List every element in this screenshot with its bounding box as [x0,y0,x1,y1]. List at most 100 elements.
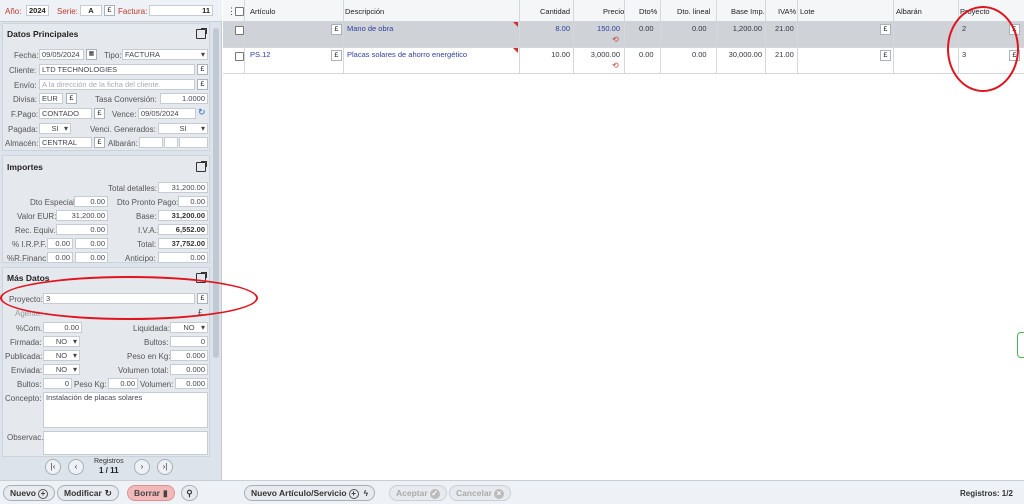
firmada-label: Firmada: [10,338,42,347]
note-marker [513,22,518,27]
col-lote[interactable]: Lote [800,7,815,16]
pagada-select[interactable]: SI [39,123,71,134]
cliente-field[interactable]: LTD TECHNOLOGIES [39,64,195,75]
concepto-textarea[interactable]: Instalación de placas solares [43,392,208,428]
cliente-lookup-icon[interactable]: £ [197,64,208,75]
envio-field[interactable]: A la dirección de la ficha del cliente. [39,79,195,90]
cancelar-button[interactable]: Cancelar × [449,485,511,501]
col-albaran[interactable]: Albarán [896,7,922,16]
cell-cantidad[interactable]: 10.00 [548,50,570,59]
cell-descripcion[interactable]: Placas solares de ahorro energético [347,50,467,59]
articulo-lookup-icon[interactable]: £ [331,50,342,61]
expand-icon[interactable] [196,161,207,172]
price-history-icon[interactable]: ⟲ [612,35,619,44]
almacen-lookup-icon[interactable]: £ [94,137,105,148]
fpago-field[interactable]: CONTADO [39,108,92,119]
envio-lookup-icon[interactable]: £ [197,79,208,90]
agente-lookup-icon[interactable]: £ [198,308,202,317]
albaran-field-3[interactable] [179,137,208,148]
col-cantidad[interactable]: Cantidad [540,7,570,16]
last-record-button[interactable]: ›| [157,459,173,475]
cell-cantidad[interactable]: 8.00 [548,24,570,33]
factura-field[interactable]: 11 [149,5,213,16]
cell-articulo[interactable]: PS.12 [250,50,270,59]
col-descripcion[interactable]: Descripción [345,7,384,16]
next-record-button[interactable]: › [134,459,150,475]
price-history-icon[interactable]: ⟲ [612,61,619,70]
pesokg-field[interactable]: 0.000 [170,350,208,361]
anticipo-field[interactable]: 0.00 [158,252,208,263]
first-record-button[interactable]: |‹ [45,459,61,475]
publicada-select[interactable]: NO [43,350,80,361]
fpago-lookup-icon[interactable]: £ [94,108,105,119]
proyecto-lookup-icon[interactable]: £ [197,293,208,304]
row-checkbox[interactable] [235,52,244,61]
lote-lookup-icon[interactable]: £ [880,24,891,35]
col-articulo[interactable]: Artículo [250,7,275,16]
refresh-icon[interactable]: ↻ [198,107,206,118]
prev-record-button[interactable]: ‹ [68,459,84,475]
ano-field[interactable]: 2024 [26,5,49,16]
observac-textarea[interactable] [43,431,208,455]
col-dto-lineal[interactable]: Dto. lineal [677,7,710,16]
albaran-field-2[interactable] [164,137,178,148]
proyecto-lookup-icon[interactable]: £ [1009,50,1020,61]
search-icon: ⚲ [186,488,193,498]
bultos2-field: 0 [43,378,72,389]
valor-eur-field: 31,200.00 [56,210,108,221]
left-scrollbar[interactable] [213,28,219,358]
side-widget[interactable] [1017,332,1024,358]
borrar-button[interactable]: Borrar ▮ [127,485,175,501]
aceptar-button[interactable]: Aceptar ✓ [389,485,447,501]
dto-pronto-field[interactable]: 0.00 [178,196,208,207]
albaran-field-1[interactable] [139,137,163,148]
tasa-field[interactable]: 1.0000 [160,93,208,104]
pesokg2-field: 0.00 [108,378,138,389]
column-divider [519,0,520,74]
select-all-checkbox[interactable] [235,7,244,16]
proyecto-lookup-icon[interactable]: £ [1009,24,1020,35]
search-button[interactable]: ⚲ [181,485,198,501]
serie-lookup-icon[interactable]: £ [104,5,115,16]
cell-precio[interactable]: 3,000.00 [588,50,620,59]
rfinanc-pct-field[interactable]: 0.00 [47,252,73,263]
nuevo-articulo-button[interactable]: Nuevo Artículo/Servicio + ϟ [244,485,376,501]
enviada-select[interactable]: NO [43,364,80,375]
tipo-select[interactable]: FACTURA [122,49,208,60]
lote-lookup-icon[interactable]: £ [880,50,891,61]
cell-base: 30,000.00 [728,50,762,59]
liquidada-select[interactable]: NO [170,322,208,333]
vence-field[interactable]: 09/05/2024 [138,108,196,119]
col-base-imp[interactable]: Base Imp. [731,7,765,16]
voltotal-field[interactable]: 0.000 [170,364,208,375]
com-field[interactable]: 0.00 [43,322,82,333]
venci-select[interactable]: SI [158,123,208,134]
col-precio[interactable]: Precio [603,7,624,16]
cell-dto-lineal: 0.00 [692,24,707,33]
albaran-label: Albarán: [108,139,138,148]
calendar-icon[interactable]: ▦ [86,49,97,60]
modificar-button[interactable]: Modificar ↻ [57,485,119,501]
bultos-label: Bultos: [144,338,169,347]
expand-icon[interactable] [196,28,207,39]
serie-field[interactable]: A [80,5,102,16]
dto-especial-field[interactable]: 0.00 [74,196,108,207]
firmada-select[interactable]: NO [43,336,80,347]
cell-descripcion[interactable]: Mano de obra [347,24,393,33]
cell-precio[interactable]: 150.00 [590,24,620,33]
articulo-lookup-icon[interactable]: £ [331,24,342,35]
detail-grid: ⋮ Artículo Descripción Cantidad Precio D… [223,0,1024,480]
col-proyecto[interactable]: Proyecto [960,7,990,16]
irpf-pct-field[interactable]: 0.00 [47,238,73,249]
col-dto[interactable]: Dto% [639,7,657,16]
divisa-lookup-icon[interactable]: £ [66,93,77,104]
col-iva[interactable]: IVA% [778,7,796,16]
bultos-field[interactable]: 0 [170,336,208,347]
proyecto-field[interactable]: 3 [43,293,195,304]
almacen-field[interactable]: CENTRAL [39,137,92,148]
divisa-field[interactable]: EUR [39,93,63,104]
expand-icon[interactable] [196,272,207,283]
row-checkbox[interactable] [235,26,244,35]
nuevo-button[interactable]: Nuevo + [3,485,55,501]
fecha-field[interactable]: 09/05/2024 [39,49,84,60]
